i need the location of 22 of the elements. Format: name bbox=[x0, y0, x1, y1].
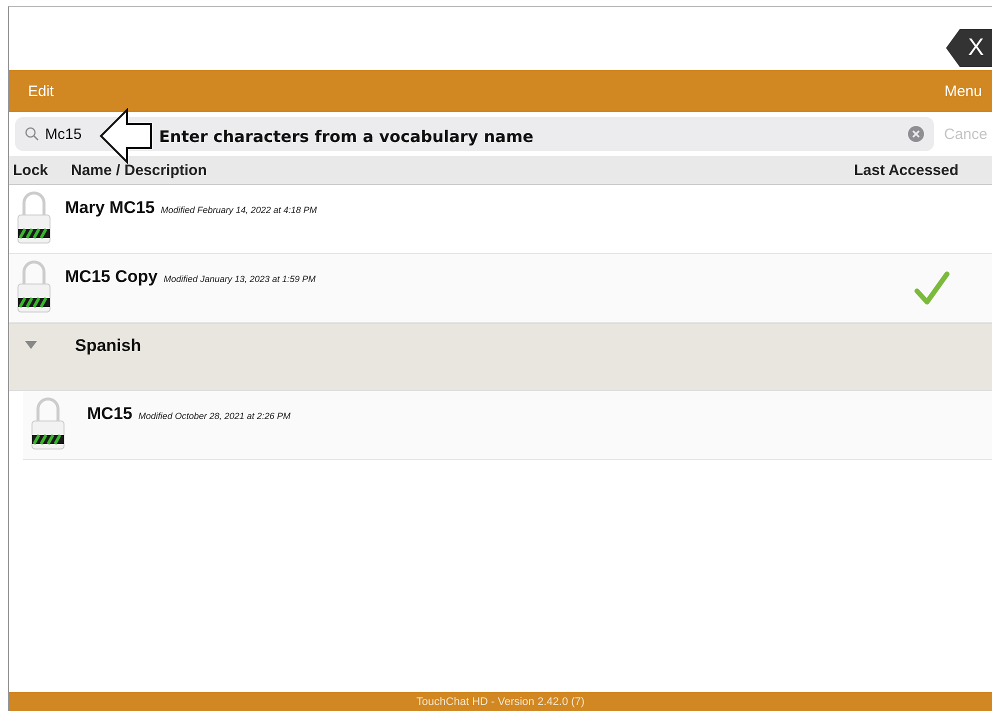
vocabulary-row[interactable]: MC15 Modified October 28, 2021 at 2:26 PM bbox=[23, 391, 992, 460]
column-header: Lock bbox=[12, 162, 50, 178]
close-button[interactable]: X bbox=[946, 29, 992, 67]
column-header: Last Accessed bbox=[854, 162, 960, 178]
vocabulary-row[interactable]: MC15 Copy Modified January 13, 2023 at 1:59 PM bbox=[9, 254, 992, 323]
collapse-triangle-icon[interactable] bbox=[25, 341, 37, 349]
search-icon bbox=[25, 127, 39, 141]
padlock-icon bbox=[17, 260, 51, 314]
annotation-text: Enter characters from a vocabulary name bbox=[159, 126, 534, 146]
vocabulary-name[interactable]: MC15 bbox=[87, 404, 132, 424]
modified-date: Modified February 14, 2022 at 4:18 PM bbox=[160, 205, 317, 215]
group-name[interactable]: Spanish bbox=[75, 324, 142, 390]
padlock-icon bbox=[17, 191, 51, 245]
vocabulary-name[interactable]: Mary MC15 bbox=[65, 198, 155, 218]
column-header: Name / Description bbox=[71, 162, 208, 178]
clear-icon[interactable] bbox=[908, 126, 924, 142]
version-footer: TouchChat HD - Version 2.42.0 (7) bbox=[9, 692, 992, 711]
left-arrow-icon bbox=[99, 108, 153, 164]
modified-date: Modified October 28, 2021 at 2:26 PM bbox=[138, 411, 290, 421]
vocabulary-name[interactable]: MC15 Copy bbox=[65, 267, 158, 287]
padlock-icon bbox=[31, 397, 65, 451]
modified-date: Modified January 13, 2023 at 1:59 PM bbox=[164, 274, 316, 284]
